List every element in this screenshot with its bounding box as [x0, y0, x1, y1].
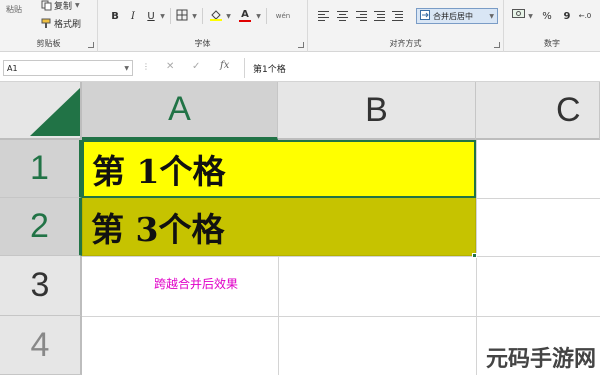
decimal-icon: ←.0	[578, 12, 592, 20]
clipboard-launcher-icon[interactable]	[88, 42, 94, 48]
divider	[266, 8, 267, 24]
formula-bar: A1 ▼ ⋮ ✕ ✓ fx 第1个格	[0, 52, 600, 82]
watermark-logo: 元码手游网	[485, 347, 596, 372]
cancel-icon[interactable]: ✕	[166, 61, 174, 72]
chevron-down-icon: ▼	[192, 12, 197, 20]
increase-indent-button[interactable]	[390, 7, 404, 25]
row-header-1[interactable]: 1	[0, 140, 82, 198]
number-group: ▼ % 9 ←.0 数字	[504, 0, 600, 52]
increase-decimal-button[interactable]: ←.0	[578, 7, 592, 25]
align-right-button[interactable]	[354, 7, 368, 25]
column-header-a[interactable]: A	[82, 82, 278, 140]
italic-button[interactable]: I	[126, 7, 140, 25]
fill-handle[interactable]	[472, 253, 477, 258]
cell-a2-text: 第 3个格	[91, 209, 225, 249]
indent-icon	[373, 11, 385, 21]
row-header-2[interactable]: 2	[0, 198, 82, 256]
select-all-button[interactable]	[0, 82, 82, 140]
gridline	[82, 256, 600, 257]
chevron-down-icon[interactable]: ▼	[124, 65, 129, 72]
font-group: B I U ▼ ▼ ▼ A ▼ wén 字体	[98, 0, 308, 52]
align-left-button[interactable]	[316, 7, 330, 25]
format-painter-icon	[40, 17, 52, 29]
divider	[202, 8, 203, 24]
fill-bucket-icon	[210, 9, 222, 24]
currency-icon	[511, 9, 525, 23]
chevron-down-icon[interactable]: ▼	[75, 2, 80, 9]
align-right-icon	[355, 11, 367, 21]
number-group-label: 数字	[544, 39, 560, 48]
clipboard-group-label: 剪贴板	[36, 39, 61, 48]
phonetic-button[interactable]: wén	[272, 7, 294, 25]
alignment-launcher-icon[interactable]	[494, 42, 500, 48]
borders-dropdown[interactable]: ▼	[190, 7, 198, 25]
name-box-value: A1	[7, 63, 18, 73]
borders-button[interactable]	[174, 7, 190, 25]
cell-a1[interactable]: 第 1个格	[82, 140, 476, 198]
cell-a1-text: 第 1个格	[92, 152, 226, 191]
column-header-c[interactable]: C	[476, 82, 600, 140]
ribbon: 粘贴 复制 ▼ 格式刷 剪贴板 B I U ▼ ▼ ▼ A ▼ wén 字体 对…	[0, 0, 600, 52]
wen-icon: wén	[275, 12, 291, 20]
font-color-bar	[239, 20, 251, 22]
paste-button[interactable]: 粘贴	[6, 2, 22, 16]
row-header-4[interactable]: 4	[0, 316, 82, 375]
font-launcher-icon[interactable]	[298, 42, 304, 48]
chevron-down-icon: ▼	[226, 12, 231, 20]
divider	[170, 8, 171, 24]
fill-color-dropdown[interactable]: ▼	[224, 7, 232, 25]
column-header-b[interactable]: B	[278, 82, 476, 140]
copy-icon	[40, 0, 52, 11]
merge-icon	[420, 10, 430, 22]
font-group-label: 字体	[194, 39, 211, 48]
accounting-format-button[interactable]	[510, 7, 526, 25]
chevron-down-icon: ▼	[160, 12, 165, 20]
comma-style-button[interactable]: 9	[560, 7, 574, 25]
bold-button[interactable]: B	[108, 7, 122, 25]
gridline	[82, 316, 600, 317]
copy-button[interactable]: 复制 ▼	[40, 0, 80, 12]
paste-label: 粘贴	[6, 4, 22, 14]
font-color-dropdown[interactable]: ▼	[254, 7, 262, 25]
enter-icon[interactable]: ✓	[192, 61, 200, 72]
copy-label: 复制	[54, 1, 73, 12]
underline-button[interactable]: U	[144, 7, 158, 25]
chevron-down-icon[interactable]: ▼	[489, 13, 494, 20]
cell-a2[interactable]: 第 3个格	[82, 198, 476, 256]
merge-center-button[interactable]: 合并后居中 ▼	[416, 8, 498, 24]
drag-handle-icon[interactable]: ⋮	[142, 62, 150, 71]
formula-input[interactable]: 第1个格	[244, 58, 600, 78]
underline-dropdown[interactable]: ▼	[158, 7, 166, 25]
align-left-icon	[317, 11, 329, 21]
decrease-indent-button[interactable]	[372, 7, 386, 25]
font-color-button[interactable]: A	[238, 7, 252, 25]
chevron-down-icon: ▼	[528, 12, 533, 20]
insert-function-button[interactable]: fx	[220, 60, 229, 71]
select-all-icon	[30, 88, 80, 136]
percent-button[interactable]: %	[540, 7, 554, 25]
font-color-icon: A	[241, 9, 249, 20]
worksheet-grid: A B C 1 2 3 4 第 1个格 第 3个格 跨越合并后效果	[0, 82, 600, 375]
fill-color-button[interactable]	[208, 7, 224, 25]
alignment-group-label: 对齐方式	[389, 39, 422, 48]
clipboard-group: 粘贴 复制 ▼ 格式刷 剪贴板	[0, 0, 98, 52]
name-box[interactable]: A1 ▼	[3, 60, 133, 76]
accounting-dropdown[interactable]: ▼	[526, 7, 534, 25]
align-center-icon	[336, 11, 348, 21]
indent-icon	[391, 11, 403, 21]
merge-center-label: 合并后居中	[433, 11, 473, 21]
cell-a3-note[interactable]: 跨越合并后效果	[154, 275, 238, 292]
format-painter-label: 格式刷	[54, 19, 82, 30]
chevron-down-icon: ▼	[256, 12, 261, 20]
align-center-button[interactable]	[335, 7, 349, 25]
format-painter-button[interactable]: 格式刷	[40, 16, 81, 30]
row-header-3[interactable]: 3	[0, 256, 82, 316]
border-icon	[176, 9, 188, 24]
